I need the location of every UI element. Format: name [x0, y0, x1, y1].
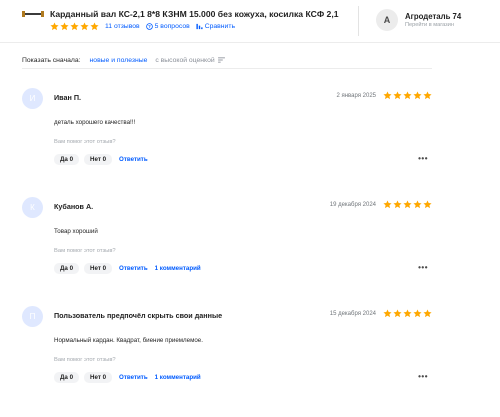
reply-link[interactable]: Ответить — [119, 374, 148, 381]
star-icon — [403, 91, 412, 100]
star-icon — [383, 200, 392, 209]
review-rating-stars — [383, 200, 432, 209]
seller-store-link[interactable]: Перейти в магазин — [405, 22, 454, 28]
reply-link[interactable]: Ответить — [119, 265, 148, 272]
review-date: 2 января 2025 — [336, 93, 376, 99]
helpful-no-button[interactable]: Нет 0 — [84, 372, 113, 383]
star-icon — [423, 91, 432, 100]
review-actions: Да 0 Нет 0 Ответить — [54, 154, 148, 165]
product-thumbnail[interactable] — [22, 10, 44, 18]
avatar: П — [22, 306, 43, 327]
star-icon — [383, 91, 392, 100]
sort-label: Показать сначала: — [22, 56, 81, 64]
review-actions: Да 0 Нет 0 Ответить 1 комментарий — [54, 372, 201, 383]
star-icon — [383, 309, 392, 318]
review-author: Кубанов А. — [54, 202, 94, 211]
review-card: И Иван П. 2 января 2025 деталь хорошего … — [22, 88, 432, 178]
star-icon — [423, 309, 432, 318]
review-text: Товар хороший — [54, 228, 98, 235]
header-divider — [358, 6, 359, 36]
questions-link-label: 5 вопросов — [154, 22, 190, 30]
star-icon — [403, 200, 412, 209]
review-card: К Кубанов А. 19 декабря 2024 Товар хорош… — [22, 197, 432, 287]
review-author: Иван П. — [54, 93, 81, 102]
avatar: И — [22, 88, 43, 109]
more-options-icon[interactable]: ••• — [418, 372, 428, 381]
star-icon — [80, 21, 89, 30]
helpful-yes-button[interactable]: Да 0 — [54, 154, 80, 165]
star-icon — [413, 200, 422, 209]
product-meta: 11 отзывов ? 5 вопросов Сравнить — [50, 21, 235, 31]
helpful-question: Вам помог этот отзыв? — [54, 357, 116, 363]
question-icon: ? — [145, 22, 153, 30]
helpful-yes-button[interactable]: Да 0 — [54, 263, 80, 274]
comments-link[interactable]: 1 комментарий — [155, 265, 201, 272]
helpful-no-button[interactable]: Нет 0 — [84, 154, 113, 165]
review-date: 19 декабря 2024 — [329, 202, 376, 208]
product-title[interactable]: Карданный вал КС-2,1 8*8 КЗНМ 15.000 без… — [50, 9, 339, 19]
compare-icon — [196, 23, 203, 29]
star-icon — [413, 91, 422, 100]
seller-name[interactable]: Агродеталь 74 — [405, 12, 461, 21]
star-icon — [423, 200, 432, 209]
review-date: 15 декабря 2024 — [329, 311, 376, 317]
sort-bar: Показать сначала: новые и полезные с выс… — [22, 54, 432, 66]
star-icon — [403, 309, 412, 318]
questions-link[interactable]: ? 5 вопросов — [145, 22, 190, 30]
star-icon — [413, 309, 422, 318]
product-header: Карданный вал КС-2,1 8*8 КЗНМ 15.000 без… — [0, 0, 500, 43]
star-icon — [70, 21, 79, 30]
avatar: К — [22, 197, 43, 218]
compare-link[interactable]: Сравнить — [196, 23, 235, 30]
more-options-icon[interactable]: ••• — [418, 154, 428, 163]
review-text: Нормальный кардан. Квадрат, биение прием… — [54, 337, 203, 344]
reviews-count-link[interactable]: 11 отзывов — [105, 23, 140, 30]
helpful-question: Вам помог этот отзыв? — [54, 139, 116, 145]
helpful-no-button[interactable]: Нет 0 — [84, 263, 113, 274]
review-rating-stars — [383, 91, 432, 100]
seller-avatar[interactable]: A — [376, 9, 398, 31]
sort-option-high-rating[interactable]: с высокой оценкой — [155, 57, 214, 64]
star-icon — [393, 309, 402, 318]
comments-link[interactable]: 1 комментарий — [155, 374, 201, 381]
review-rating-stars — [383, 309, 432, 318]
helpful-question: Вам помог этот отзыв? — [54, 248, 116, 254]
reply-link[interactable]: Ответить — [119, 156, 148, 163]
sort-option-new-useful[interactable]: новые и полезные — [90, 57, 148, 64]
star-icon — [393, 91, 402, 100]
star-icon — [393, 200, 402, 209]
sort-divider — [22, 68, 432, 69]
svg-text:?: ? — [148, 24, 151, 29]
more-options-icon[interactable]: ••• — [418, 263, 428, 272]
product-rating-stars — [50, 21, 99, 31]
compare-link-label: Сравнить — [204, 22, 236, 30]
review-card: П Пользователь предпочёл скрыть свои дан… — [22, 306, 432, 396]
helpful-yes-button[interactable]: Да 0 — [54, 372, 80, 383]
sort-icon[interactable] — [217, 57, 225, 63]
review-actions: Да 0 Нет 0 Ответить 1 комментарий — [54, 263, 201, 274]
star-icon — [50, 21, 59, 30]
star-icon — [60, 21, 69, 30]
review-author: Пользователь предпочёл скрыть свои данны… — [54, 311, 223, 320]
review-text: деталь хорошего качества!!! — [54, 119, 136, 126]
star-icon — [90, 21, 99, 30]
